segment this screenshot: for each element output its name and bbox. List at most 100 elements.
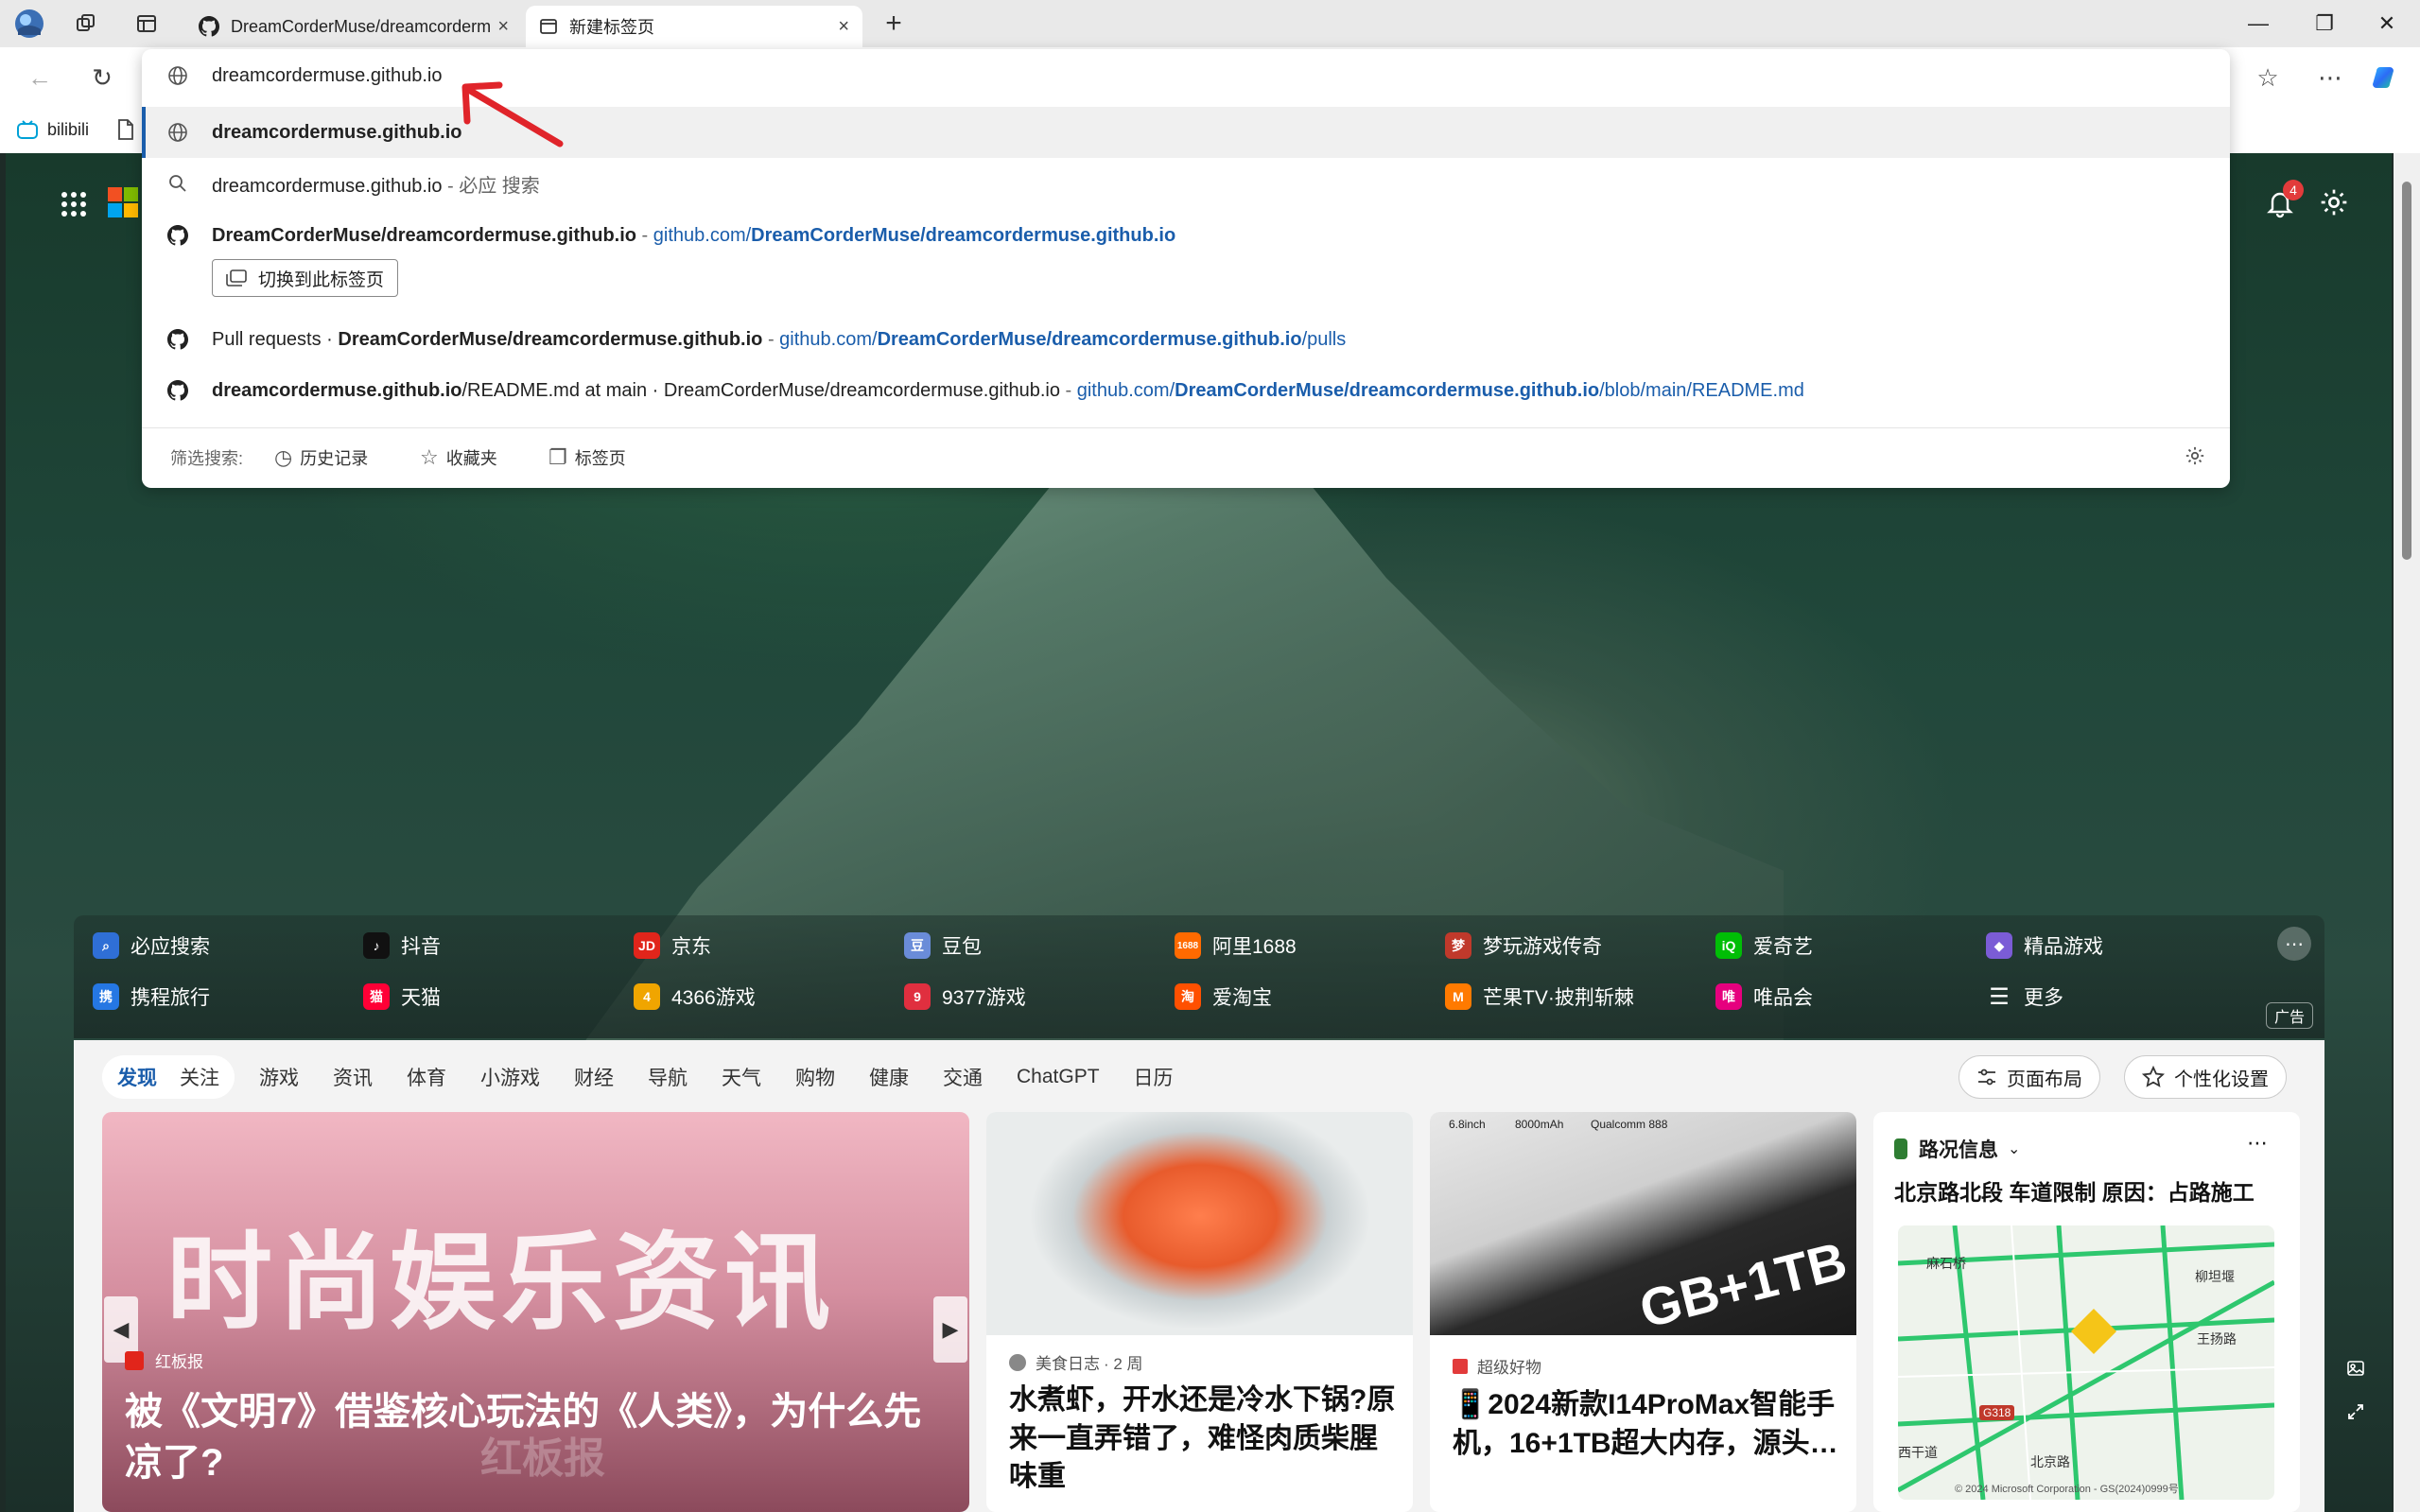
tab-finance[interactable]: 财经 [574, 1063, 614, 1091]
bookmark-page-icon[interactable] [117, 115, 134, 144]
address-input[interactable]: dreamcordermuse.github.io [212, 65, 442, 87]
quick-link-icon: 梦 [1445, 932, 1471, 959]
favorites-button[interactable]: ☆ [2249, 59, 2287, 96]
tab-games[interactable]: 游戏 [259, 1063, 299, 1091]
scrollbar-thumb[interactable] [2402, 182, 2411, 560]
bookmark-bilibili[interactable]: bilibili [17, 115, 89, 144]
tab-github[interactable]: DreamCorderMuse/dreamcorderm × [185, 6, 522, 47]
filter-favorites[interactable]: ☆ 收藏夹 [420, 445, 497, 470]
tab-new-tab[interactable]: 新建标签页 × [526, 6, 862, 47]
quick-link-icon: 淘 [1175, 983, 1201, 1010]
quick-link[interactable]: 梦梦玩游戏传奇 [1445, 929, 1602, 963]
close-tab-icon[interactable]: × [838, 16, 849, 38]
filter-tabs[interactable]: ❐ 标签页 [548, 445, 626, 470]
quick-link[interactable]: iQ 爱奇艺 [1715, 929, 1813, 963]
tab-discover[interactable]: 发现 [117, 1063, 157, 1091]
quick-link[interactable]: ☰ 更多 [1986, 980, 2063, 1014]
quick-link-label: 梦玩游戏传奇 [1483, 936, 1602, 958]
hero-news-card[interactable]: 时尚娱乐资讯 红板报 ◀ ▶ 红板报 被《文明7》借鉴核心玩法的《人类》，为什么… [102, 1112, 969, 1512]
search-filters: 筛选搜索: ◷ 历史记录 ☆ 收藏夹 ❐ 标签页 [142, 427, 2230, 488]
expand-icon[interactable] [2342, 1398, 2370, 1426]
quick-link-label: 天猫 [401, 987, 441, 1009]
tab-health[interactable]: 健康 [869, 1063, 909, 1091]
suggestion-text: dreamcordermuse.github.io - 必应 搜索 [212, 170, 540, 198]
image-info-icon[interactable] [2342, 1354, 2370, 1382]
workspaces-icon[interactable] [70, 8, 102, 40]
quick-link[interactable]: 豆豆包 [904, 929, 982, 963]
quick-link-icon: 携 [93, 983, 119, 1010]
suggestion-title: dreamcordermuse.github.io [212, 379, 462, 401]
hero-source-name: 红板报 [155, 1353, 203, 1371]
apps-grid-icon[interactable] [55, 185, 93, 223]
quick-link[interactable]: JD 京东 [634, 929, 711, 963]
page-settings-gear-icon[interactable] [2313, 182, 2355, 223]
hero-title: 被《文明7》借鉴核心玩法的《人类》，为什么先凉了? [125, 1391, 922, 1484]
suggestion-open-tab[interactable]: DreamCorderMuse/dreamcordermuse.github.i… [142, 210, 2230, 261]
quick-link[interactable]: 猫天猫 [363, 980, 441, 1014]
search-settings-gear-icon[interactable] [2185, 445, 2205, 466]
settings-more-button[interactable]: ⋯ [2311, 59, 2349, 96]
tab-mini-games[interactable]: 小游戏 [480, 1063, 540, 1091]
new-tab-button[interactable]: + [878, 8, 910, 40]
vertical-tabs-icon[interactable] [131, 8, 163, 40]
tab-sports[interactable]: 体育 [407, 1063, 446, 1091]
quick-link-label: 必应搜索 [131, 936, 210, 958]
suggestion-readme[interactable]: dreamcordermuse.github.io/README.md at m… [142, 365, 2230, 416]
chevron-down-icon[interactable]: ⌄ [2008, 1139, 2020, 1158]
suggestion-text: Pull requests · DreamCorderMuse/dreamcor… [212, 329, 1346, 351]
quick-link[interactable]: ♪ 抖音 [363, 929, 441, 963]
page-scrollbar[interactable] [2394, 153, 2420, 1512]
quick-link[interactable]: 唯唯品会 [1715, 980, 1813, 1014]
switch-to-tab-button[interactable]: 切换到此标签页 [212, 259, 399, 297]
quick-link-label: 抖音 [401, 936, 441, 958]
tab-news[interactable]: 资讯 [333, 1063, 373, 1091]
suggestion-search[interactable]: dreamcordermuse.github.io - 必应 搜索 [142, 158, 2230, 209]
quick-link[interactable]: 9 9377游戏 [904, 980, 1026, 1014]
traffic-card[interactable]: 路况信息 ⌄ ⋯ 北京路北段 车道限制 原因：占路施工 麻石桥 柳坦堰 王扬路 … [1873, 1112, 2300, 1512]
quick-link[interactable]: 1688 阿里1688 [1175, 929, 1297, 963]
quick-link[interactable]: ⌕ 必应搜索 [93, 929, 210, 963]
reload-button[interactable]: ↻ [83, 59, 121, 96]
notifications-bell-icon[interactable]: 4 [2256, 180, 2304, 227]
news-card-food[interactable]: 美食日志 · 2 周 水煮虾，开水还是冷水下锅?原来一直弄错了，难怪肉质柴腥味重 [986, 1112, 1413, 1512]
star-icon: ☆ [420, 445, 439, 469]
personalize-star-icon [2142, 1066, 2165, 1087]
traffic-map[interactable]: 麻石桥 柳坦堰 王扬路 G318 西干道 北京路 © 2024 Microsof… [1898, 1225, 2274, 1500]
quick-link[interactable]: 携携程旅行 [93, 980, 210, 1014]
filter-history[interactable]: ◷ 历史记录 [274, 445, 368, 470]
separator: - [762, 328, 780, 350]
traffic-more-icon[interactable]: ⋯ [2247, 1131, 2268, 1156]
personalize-button[interactable]: 个性化设置 [2124, 1055, 2287, 1099]
suggestion-pull-requests[interactable]: Pull requests · DreamCorderMuse/dreamcor… [142, 314, 2230, 365]
quick-link[interactable]: 淘爱淘宝 [1175, 980, 1272, 1014]
map-label: 麻石桥 [1926, 1256, 1966, 1271]
github-icon [199, 16, 219, 37]
quick-link[interactable]: ◆ 精品游戏 [1986, 929, 2103, 963]
news-card-phone[interactable]: 6.8inch 8000mAh Qualcomm 888 GB+1TB 超级好物… [1430, 1112, 1856, 1512]
restore-button[interactable]: ❐ [2291, 0, 2358, 47]
quick-link-icon: iQ [1715, 932, 1742, 959]
quick-link[interactable]: M 芒果TV·披荆斩棘 [1445, 980, 1634, 1014]
carousel-next-button[interactable]: ▶ [933, 1296, 967, 1363]
quick-links-more-button[interactable]: ⋯ [2277, 927, 2311, 961]
tab-follow[interactable]: 关注 [180, 1063, 219, 1091]
quick-link-label: 阿里1688 [1212, 936, 1297, 958]
tab-chatgpt[interactable]: ChatGPT [1017, 1066, 1100, 1088]
tab-weather[interactable]: 天气 [722, 1063, 761, 1091]
map-label: 柳坦堰 [2195, 1269, 2235, 1284]
minimize-button[interactable]: — [2225, 0, 2291, 47]
map-label: 北京路 [2030, 1454, 2070, 1469]
copilot-icon[interactable] [2368, 59, 2406, 96]
tab-shopping[interactable]: 购物 [795, 1063, 835, 1091]
suggestion-url-host: github.com/ [1076, 379, 1175, 401]
phone-title: 📱2024新款I14ProMax智能手机，16+1TB超大内存，源头… [1453, 1389, 1838, 1459]
back-button[interactable]: ← [21, 59, 59, 96]
tab-navigation[interactable]: 导航 [648, 1063, 688, 1091]
profile-avatar-icon[interactable] [13, 8, 45, 40]
page-layout-button[interactable]: 页面布局 [1959, 1055, 2100, 1099]
tab-traffic[interactable]: 交通 [943, 1063, 983, 1091]
quick-link[interactable]: 4 4366游戏 [634, 980, 756, 1014]
close-window-button[interactable]: ✕ [2354, 0, 2420, 47]
close-tab-icon[interactable]: × [497, 16, 509, 38]
tab-calendar[interactable]: 日历 [1134, 1063, 1174, 1091]
